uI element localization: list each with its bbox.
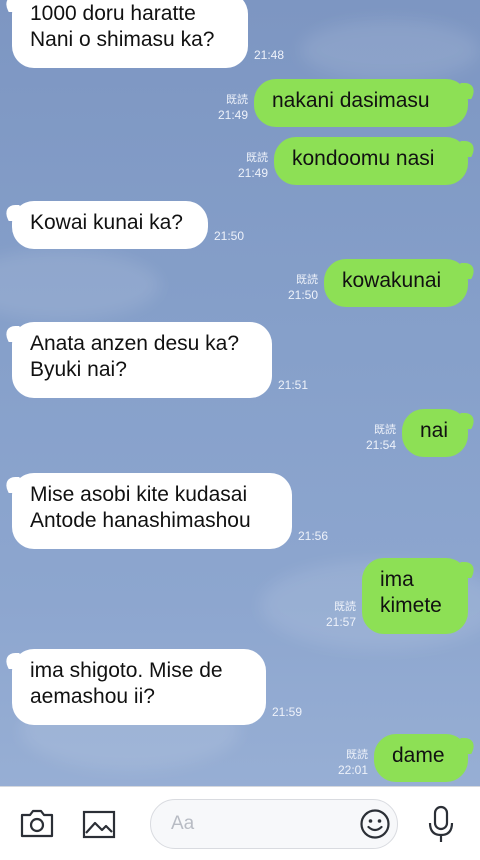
message-text-line: Byuki nai? [30,358,127,381]
message-text-line: nai [420,419,449,442]
timestamp: 21:49 [217,108,248,122]
timestamp: 21:56 [298,529,329,543]
message-bubble[interactable]: dame [374,734,468,782]
message-bubble[interactable]: Anata anzen desu ka? Byuki nai? [12,322,272,398]
message-text-line: ima [380,568,414,591]
message-bubble[interactable]: 1000 doru haratte Nani o shimasu ka? [12,0,248,68]
message-bubble[interactable]: ima kimete [362,558,468,634]
message-bubble[interactable]: nakani dasimasu [254,79,468,127]
message-text-line: Mise asobi kite kudasai [30,483,248,506]
timestamp: 21:59 [272,705,303,719]
message-text-line: Anata anzen desu ka? [30,332,239,355]
message-text-line: kondoomu nasi [292,147,435,170]
emoji-icon[interactable] [359,808,391,840]
message-meta: 既読 21:50 [272,273,318,303]
timestamp: 21:50 [287,288,318,302]
message-bubble[interactable]: Mise asobi kite kudasai Antode hanashimas… [12,473,292,549]
message-meta: 21:48 [254,48,284,63]
message-bubble[interactable]: nai [402,409,468,457]
message-meta: 既読 21:49 [222,151,268,181]
message-bubble[interactable]: kondoomu nasi [274,137,468,185]
message-bubble[interactable]: Kowai kunai ka? [12,201,208,249]
message-text-line: dame [392,744,445,767]
message-text-line: Antode hanashimashou [30,509,251,532]
message-meta: 21:56 [298,529,328,544]
timestamp: 21:48 [254,48,285,62]
timestamp: 22:01 [337,763,368,777]
timestamp: 21:57 [325,615,356,629]
message-meta: 21:59 [272,705,302,720]
message-text-line: ima shigoto. Mise de [30,659,223,682]
message-bubble[interactable]: kowakunai [324,259,468,307]
read-receipt: 既読 [374,424,396,436]
timestamp: 21:51 [278,378,309,392]
read-receipt: 既読 [334,601,356,613]
message-meta: 既読 21:54 [350,423,396,453]
message-text-line: aemashou ii? [30,685,155,708]
message-meta: 既読 21:49 [202,93,248,123]
read-receipt: 既読 [246,152,268,164]
read-receipt: 既読 [346,749,368,761]
message-meta: 21:51 [278,378,308,393]
message-meta: 21:50 [214,229,244,244]
message-text-line: kimete [380,594,442,617]
camera-icon[interactable] [19,807,55,839]
read-receipt: 既読 [296,274,318,286]
message-input[interactable]: Aa [150,799,398,849]
chat-area[interactable]: 1000 doru haratte Nani o shimasu ka? 21:48… [0,0,480,786]
message-input-placeholder: Aa [171,813,195,834]
timestamp: 21:49 [237,166,268,180]
message-text-line: 1000 doru haratte [30,2,196,25]
image-icon[interactable] [81,808,117,840]
message-bubble[interactable]: ima shigoto. Mise de aemashou ii? [12,649,266,725]
read-receipt: 既読 [226,94,248,106]
message-meta: 既読 21:57 [310,600,356,630]
input-bar: Aa [0,786,480,860]
message-text-line: Kowai kunai ka? [30,211,183,234]
microphone-icon[interactable] [426,805,456,845]
message-text-line: Nani o shimasu ka? [30,28,215,51]
message-meta: 既読 22:01 [322,748,368,778]
timestamp: 21:54 [365,438,396,452]
timestamp: 21:50 [214,229,245,243]
message-text-line: nakani dasimasu [272,89,430,112]
message-text-line: kowakunai [342,269,442,292]
